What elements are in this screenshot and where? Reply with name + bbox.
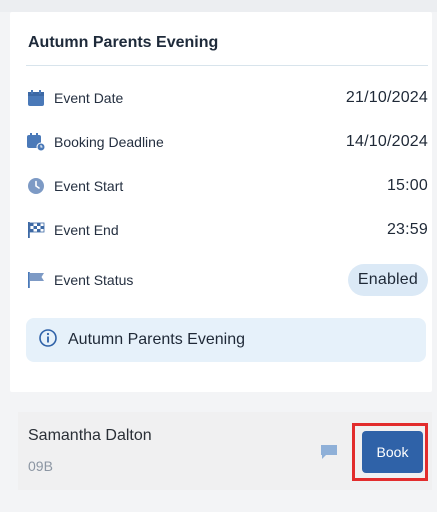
calendar-clock-icon — [26, 132, 46, 152]
event-date-value: 21/10/2024 — [345, 89, 428, 106]
booking-deadline-value: 14/10/2024 — [345, 133, 428, 150]
flag-icon — [26, 270, 46, 290]
chat-icon[interactable] — [320, 444, 338, 465]
event-end-row: Event End 23:59 — [26, 218, 428, 242]
info-icon — [38, 328, 58, 353]
clock-icon — [26, 176, 46, 196]
event-start-value: 15:00 — [386, 177, 428, 194]
event-status-row: Event Status Enabled — [26, 264, 428, 296]
event-date-label: Event Date — [54, 90, 124, 106]
event-details-card: Autumn Parents Evening Event Date 21/10/… — [10, 12, 432, 392]
event-title: Autumn Parents Evening — [28, 34, 219, 51]
event-start-label: Event Start — [54, 178, 124, 194]
checkered-flag-icon — [26, 220, 46, 240]
event-end-label: Event End — [54, 222, 119, 238]
event-start-row: Event Start 15:00 — [26, 174, 428, 198]
info-text: Autumn Parents Evening — [68, 331, 245, 348]
book-button[interactable]: Book — [362, 431, 423, 473]
top-strip — [0, 0, 437, 12]
teacher-class: 09B — [28, 458, 53, 474]
event-date-row: Event Date 21/10/2024 — [26, 86, 428, 110]
booking-deadline-label: Booking Deadline — [54, 134, 164, 150]
booking-deadline-row: Booking Deadline 14/10/2024 — [26, 130, 428, 154]
event-end-value: 23:59 — [386, 221, 428, 238]
info-banner: Autumn Parents Evening — [26, 318, 426, 362]
event-status-label: Event Status — [54, 272, 134, 288]
teacher-card: Samantha Dalton 09B Book — [18, 412, 432, 490]
calendar-icon — [26, 88, 46, 108]
status-badge: Enabled — [347, 264, 428, 296]
teacher-name: Samantha Dalton — [28, 427, 152, 444]
divider — [26, 65, 428, 66]
